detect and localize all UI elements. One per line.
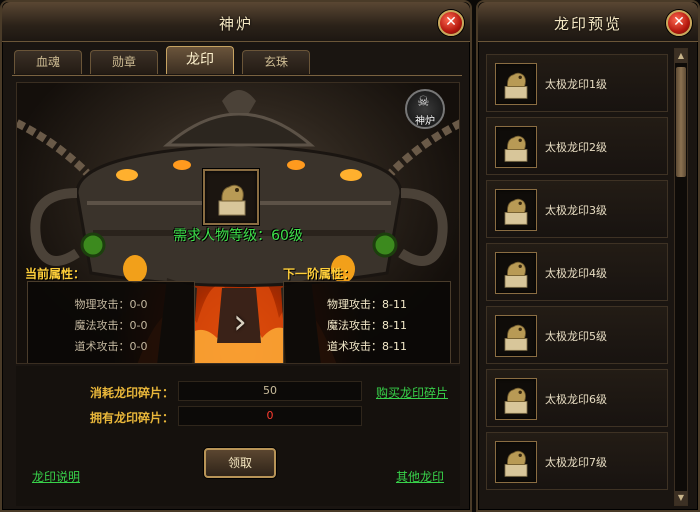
tab-xunzhang[interactable]: 勋章 [90, 50, 158, 74]
owned-fragments-label: 拥有龙印碎片： [89, 411, 174, 425]
seal-name: 太极龙印1级 [545, 78, 607, 91]
preview-title: 龙印预览 [553, 15, 622, 33]
dragon-seal-icon [495, 441, 537, 483]
seal-preview-window: 龙印预览 ✕ 太极龙印1级 太极龙印2级 太极龙印3级 太极龙印4级 太极龙印5… [476, 0, 700, 512]
current-physical-attack: 物理攻击：0-0 [74, 298, 148, 311]
current-attributes-heading: 当前属性： [25, 267, 86, 281]
list-item[interactable]: 太极龙印5级 [486, 306, 668, 364]
skull-icon: ☠ [417, 94, 430, 110]
furnace-window: 神炉 ✕ 血魂 勋章 龙印 玄珠 ☠ 神炉 需求人物等级：60级 当前属性： 下… [0, 0, 472, 512]
scroll-up-icon[interactable]: ▲ [675, 49, 687, 63]
arrow-right-icon: › [233, 302, 247, 342]
consume-fragments-label: 消耗龙印碎片： [89, 386, 174, 400]
shenlu-badge-label: 神炉 [415, 116, 435, 127]
seal-name: 太极龙印6级 [545, 393, 607, 406]
seal-preview-list: 太极龙印1级 太极龙印2级 太极龙印3级 太极龙印4级 太极龙印5级 太极龙印6… [486, 48, 674, 506]
dragon-seal-icon [495, 126, 537, 168]
dragon-seal-icon [495, 252, 537, 294]
shenlu-badge[interactable]: ☠ 神炉 [405, 89, 445, 129]
next-attributes-box: 物理攻击：8-11 魔法攻击：8-11 道术攻击：8-11 [283, 281, 451, 363]
tab-divider [12, 75, 462, 76]
consume-fragments-value: 50 [178, 381, 362, 401]
claim-button[interactable]: 领取 [204, 448, 276, 478]
seal-name: 太极龙印7级 [545, 456, 607, 469]
next-taoist-attack: 道术攻击：8-11 [327, 340, 407, 353]
current-taoist-attack: 道术攻击：0-0 [74, 340, 148, 353]
seal-name: 太极龙印3级 [545, 204, 607, 217]
current-magic-attack: 魔法攻击：0-0 [74, 319, 148, 332]
preview-scrollbar[interactable]: ▲ ▼ [674, 48, 688, 506]
owned-fragments-value: 0 [178, 406, 362, 426]
close-furnace-button[interactable]: ✕ [438, 10, 464, 36]
list-item[interactable]: 太极龙印3级 [486, 180, 668, 238]
seal-name: 太极龙印4级 [545, 267, 607, 280]
current-attributes-box: 物理攻击：0-0 魔法攻击：0-0 道术攻击：0-0 [27, 281, 195, 363]
level-requirement-text: 需求人物等级：60级 [173, 228, 303, 244]
dragon-seal-icon [495, 189, 537, 231]
scroll-thumb[interactable] [676, 67, 686, 177]
list-item[interactable]: 太极龙印1级 [486, 54, 668, 112]
list-item[interactable]: 太极龙印4级 [486, 243, 668, 301]
scroll-down-icon[interactable]: ▼ [675, 491, 687, 505]
fragment-panel: 消耗龙印碎片： 50 购买龙印碎片 拥有龙印碎片： 0 领取 龙印说明 其他龙印 [16, 366, 460, 506]
furnace-title: 神炉 [218, 15, 253, 33]
next-physical-attack: 物理攻击：8-11 [327, 298, 407, 311]
tab-xuehun[interactable]: 血魂 [14, 50, 82, 74]
seal-name: 太极龙印5级 [545, 330, 607, 343]
furnace-titlebar: 神炉 ✕ [2, 2, 470, 42]
other-seals-link[interactable]: 其他龙印 [396, 468, 444, 485]
dragon-seal-icon [218, 184, 246, 216]
preview-titlebar: 龙印预览 ✕ [478, 2, 698, 42]
seal-explanation-link[interactable]: 龙印说明 [32, 468, 80, 485]
list-item[interactable]: 太极龙印6级 [486, 369, 668, 427]
dragon-seal-icon [495, 315, 537, 357]
dragon-seal-slot[interactable] [203, 169, 259, 225]
close-preview-button[interactable]: ✕ [666, 10, 692, 36]
list-item[interactable]: 太极龙印2级 [486, 117, 668, 175]
tab-longyin[interactable]: 龙印 [166, 46, 234, 74]
list-item[interactable]: 太极龙印7级 [486, 432, 668, 490]
next-attributes-heading: 下一阶属性： [283, 267, 356, 281]
next-magic-attack: 魔法攻击：8-11 [327, 319, 407, 332]
dragon-seal-icon [495, 378, 537, 420]
tab-xuanzhu[interactable]: 玄珠 [242, 50, 310, 74]
furnace-scene: ☠ 神炉 需求人物等级：60级 当前属性： 下一阶属性： 物理攻击：0-0 魔法… [16, 82, 460, 364]
buy-fragments-link[interactable]: 购买龙印碎片 [376, 384, 448, 401]
seal-name: 太极龙印2级 [545, 141, 607, 154]
dragon-seal-icon [495, 63, 537, 105]
